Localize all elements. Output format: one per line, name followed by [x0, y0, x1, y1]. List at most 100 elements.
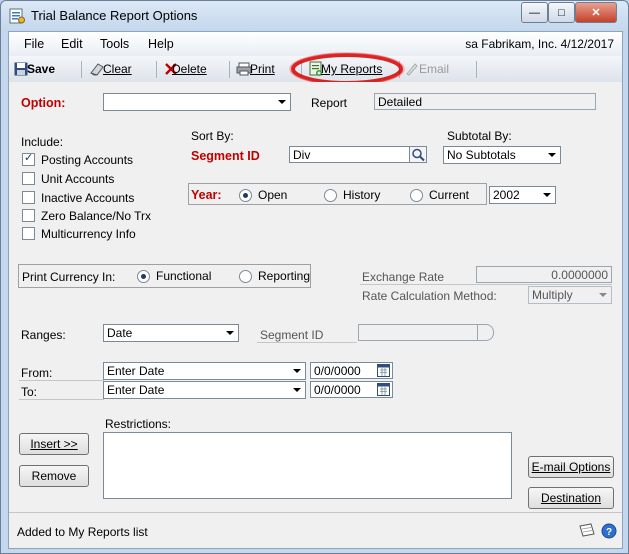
minimize-button[interactable]: — — [521, 2, 548, 23]
year-dropdown[interactable]: 2002 — [489, 186, 556, 204]
email-options-label: E-mail Options — [531, 460, 611, 474]
year-open-label: Open — [258, 188, 288, 202]
email-label: Email — [419, 62, 450, 76]
sort-by-label: Sort By: — [191, 129, 234, 143]
title-bar: Trial Balance Report Options — □ ✕ — [1, 1, 628, 31]
exchange-rate-field: 0.0000000 — [476, 266, 612, 283]
calendar-icon[interactable] — [377, 364, 390, 377]
note-icon[interactable] — [578, 522, 596, 538]
ranges-dropdown[interactable]: Date — [103, 324, 239, 342]
year-history-radio[interactable] — [324, 189, 337, 202]
to-label: To: — [21, 385, 38, 399]
rate-calc-method-dropdown[interactable]: Multiply — [528, 286, 612, 304]
option-label: Option: — [21, 96, 66, 110]
chevron-down-icon — [293, 388, 301, 392]
insert-button[interactable]: Insert >> — [19, 433, 89, 455]
restrictions-label: Restrictions: — [105, 417, 172, 431]
toolbar-separator — [156, 61, 157, 78]
subtotal-value: No Subtotals — [447, 148, 516, 162]
help-icon[interactable]: ? — [601, 523, 617, 539]
option-dropdown[interactable] — [103, 93, 291, 111]
to-value: Enter Date — [107, 383, 165, 397]
restrictions-list[interactable] — [103, 432, 512, 499]
to-dropdown[interactable]: Enter Date — [103, 381, 306, 399]
print-currency-label: Print Currency In: — [22, 270, 116, 284]
chevron-down-icon — [543, 193, 551, 197]
inactive-accounts-label: Inactive Accounts — [41, 191, 135, 205]
user-company-date: sa Fabrikam, Inc. 4/12/2017 — [465, 37, 614, 51]
inactive-accounts-checkbox[interactable] — [22, 191, 35, 204]
report-type-field: Detailed — [374, 93, 596, 110]
unit-accounts-checkbox[interactable] — [22, 172, 35, 185]
email-icon — [406, 63, 418, 76]
destination-button[interactable]: Destination — [528, 487, 614, 509]
maximize-button[interactable]: □ — [548, 2, 575, 23]
currency-functional-radio[interactable] — [137, 270, 150, 283]
divider — [19, 380, 104, 381]
subtotal-dropdown[interactable]: No Subtotals — [443, 146, 561, 164]
lookup-button[interactable] — [409, 146, 427, 163]
sort-segment-id-field[interactable]: Div — [289, 146, 410, 163]
maximize-icon: □ — [558, 6, 565, 19]
toolbar-separator — [476, 61, 477, 78]
window-title: Trial Balance Report Options — [31, 8, 198, 23]
rate-calc-method-value: Multiply — [532, 288, 573, 302]
from-label: From: — [21, 366, 53, 380]
year-current-radio[interactable] — [410, 189, 423, 202]
close-button[interactable]: ✕ — [575, 2, 617, 23]
year-history-label: History — [343, 188, 381, 202]
destination-label: Destination — [540, 491, 602, 505]
chevron-down-icon — [293, 369, 301, 373]
from-dropdown[interactable]: Enter Date — [103, 362, 306, 380]
year-value: 2002 — [493, 188, 520, 202]
clear-label: Clear — [103, 62, 132, 76]
zero-balance-checkbox[interactable] — [22, 209, 35, 222]
year-open-radio[interactable] — [239, 189, 252, 202]
calendar-icon[interactable] — [377, 383, 390, 396]
currency-reporting-radio[interactable] — [239, 270, 252, 283]
email-options-button[interactable]: E-mail Options — [528, 456, 614, 478]
zero-balance-label: Zero Balance/No Trx — [41, 209, 152, 223]
save-button[interactable]: Save — [14, 60, 55, 78]
divider — [360, 284, 612, 285]
multicurrency-label: Multicurrency Info — [41, 227, 136, 241]
ranges-label: Ranges: — [21, 328, 66, 342]
clear-button[interactable]: Clear — [89, 60, 132, 78]
insert-label: Insert >> — [30, 437, 78, 451]
ranges-segment-id-label: Segment ID — [260, 328, 324, 342]
delete-button[interactable]: Delete — [164, 60, 207, 78]
include-label: Include: — [21, 135, 64, 149]
subtotal-by-label: Subtotal By: — [447, 129, 512, 143]
segment-lookup-button[interactable] — [477, 324, 494, 341]
posting-accounts-checkbox[interactable] — [22, 151, 35, 166]
magnifier-icon — [412, 148, 425, 162]
toolbar-separator — [81, 61, 82, 78]
print-button[interactable]: Print — [236, 60, 275, 78]
divider — [257, 342, 357, 343]
posting-accounts-label: Posting Accounts — [41, 153, 134, 167]
currency-functional-label: Functional — [156, 269, 212, 283]
year-current-label: Current — [429, 188, 470, 202]
remove-button[interactable]: Remove — [19, 465, 89, 487]
chevron-down-icon — [599, 293, 607, 297]
ranges-value: Date — [107, 326, 133, 340]
from-value: Enter Date — [107, 364, 165, 378]
menu-file[interactable]: File — [24, 37, 44, 51]
menu-help[interactable]: Help — [148, 37, 174, 51]
toolbar-separator — [229, 61, 230, 78]
chevron-down-icon — [226, 331, 234, 335]
currency-reporting-label: Reporting — [258, 269, 311, 283]
divider — [19, 399, 104, 400]
email-button[interactable]: Email — [405, 60, 449, 78]
exchange-rate-label: Exchange Rate — [362, 270, 445, 284]
print-label: Print — [250, 62, 275, 76]
menu-tools[interactable]: Tools — [100, 37, 129, 51]
rate-calc-method-label: Rate Calculation Method: — [362, 289, 497, 303]
close-icon: ✕ — [591, 7, 601, 19]
divider — [9, 512, 622, 513]
multicurrency-checkbox[interactable] — [22, 227, 35, 240]
menu-edit[interactable]: Edit — [61, 37, 83, 51]
chevron-down-icon — [278, 100, 286, 104]
ranges-segment-id-field — [358, 324, 478, 341]
svg-text:?: ? — [606, 527, 612, 538]
